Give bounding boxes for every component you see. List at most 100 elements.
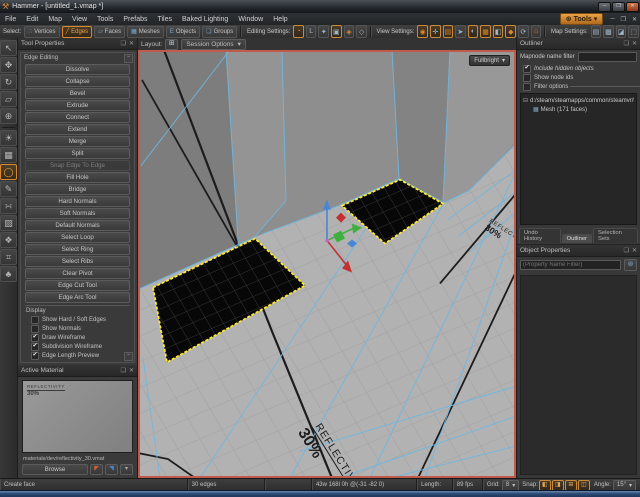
map-setting-icon-3[interactable]: ◪ xyxy=(615,25,627,38)
editing-setting-icon-3[interactable]: ✦ xyxy=(318,25,330,38)
view-setting-icon-10[interactable]: ⌂ xyxy=(530,25,542,38)
name-filter-input[interactable] xyxy=(577,52,637,62)
menu-help[interactable]: Help xyxy=(268,15,292,24)
split-button[interactable]: Split xyxy=(25,148,130,159)
default-normals-button[interactable]: Default Normals xyxy=(25,220,130,231)
snap-rotation-icon[interactable]: ◫ xyxy=(577,479,590,491)
include-hidden-row[interactable]: Include hidden objects xyxy=(517,64,640,73)
checkbox[interactable] xyxy=(31,351,39,360)
map-setting-icon-1[interactable]: ▤ xyxy=(590,25,602,38)
merge-button[interactable]: Merge xyxy=(25,136,130,147)
grid-size-dropdown[interactable]: 8 ▾ xyxy=(501,479,520,491)
dissolve-button[interactable]: Dissolve xyxy=(25,64,130,75)
editing-setting-icon-5[interactable]: ◈ xyxy=(343,25,355,38)
show-hard-soft-edges-row[interactable]: Show Hard / Soft Edges xyxy=(25,315,130,324)
material-dropdown-icon[interactable]: ▾ xyxy=(120,464,133,475)
tools-dropdown-button[interactable]: ⊛ Tools ▾ xyxy=(559,13,604,25)
scale-tool-icon[interactable]: ▱ xyxy=(0,91,17,107)
view-setting-icon-7[interactable]: ◧ xyxy=(492,25,504,38)
select-mode-objects[interactable]: E Objects xyxy=(165,25,201,38)
checkbox[interactable] xyxy=(523,73,531,82)
filter-options-row[interactable]: Filter options xyxy=(517,82,640,91)
pin-icon[interactable]: ❏ xyxy=(121,40,126,47)
select-ribs-button[interactable]: Select Ribs xyxy=(25,256,130,267)
tree-root-item[interactable]: ⊟ d:/steam/steamapps/common/steamvr/tool… xyxy=(523,96,634,105)
checkbox[interactable] xyxy=(31,342,39,351)
checkbox[interactable] xyxy=(31,333,39,342)
editing-setting-icon-2[interactable]: L xyxy=(305,25,317,38)
view-setting-icon-4[interactable]: ➤ xyxy=(455,25,466,38)
tab-outliner[interactable]: Outliner xyxy=(561,234,592,243)
connect-button[interactable]: Connect xyxy=(25,112,130,123)
outliner-header[interactable]: Outliner ❏ ✕ xyxy=(517,38,640,50)
editing-setting-icon-6[interactable]: ◇ xyxy=(356,25,367,38)
close-icon[interactable]: ✕ xyxy=(632,40,637,47)
mdi-minimize-button[interactable]: ─ xyxy=(607,16,617,22)
close-button[interactable]: ✕ xyxy=(626,1,639,12)
paint-tool-icon[interactable]: ❖ xyxy=(0,232,17,248)
displacement-tool-icon[interactable]: ▨ xyxy=(0,215,17,231)
checkbox[interactable] xyxy=(523,82,531,91)
menu-baked-lighting[interactable]: Baked Lighting xyxy=(177,15,233,24)
object-properties-header[interactable]: Object Properties ❏ ✕ xyxy=(517,245,640,257)
foliage-tool-icon[interactable]: ♣ xyxy=(0,266,17,282)
selection-tool-icon[interactable]: ↖ xyxy=(0,40,17,56)
select-mode-edges[interactable]: ╱ Edges xyxy=(61,25,93,38)
minimize-button[interactable]: ─ xyxy=(598,1,611,12)
menu-tiles[interactable]: Tiles xyxy=(152,15,177,24)
snap-edges-icon[interactable]: ◨ xyxy=(551,479,564,491)
menu-view[interactable]: View xyxy=(67,15,92,24)
snap-vertices-icon[interactable]: ⊞ xyxy=(564,479,577,491)
close-icon[interactable]: ✕ xyxy=(129,40,134,47)
loop-tool-icon[interactable]: ◯ xyxy=(0,164,17,180)
select-loop-button[interactable]: Select Loop xyxy=(25,232,130,243)
show-node-ids-row[interactable]: Show node ids xyxy=(517,73,640,82)
tree-mesh-item[interactable]: ▦ Mesh (171 faces) xyxy=(523,105,634,114)
menu-tools[interactable]: Tools xyxy=(92,15,118,24)
light-tool-icon[interactable]: ☀ xyxy=(0,130,17,146)
subdivision-wireframe-row[interactable]: Subdivision Wireframe xyxy=(25,342,130,351)
snap-grid-icon[interactable]: ◧ xyxy=(538,479,551,491)
view-setting-icon-3[interactable]: ▤ xyxy=(442,25,454,38)
tool-properties-header[interactable]: Tool Properties ❏ ✕ xyxy=(18,38,137,50)
close-icon[interactable]: ✕ xyxy=(129,367,134,374)
extrude-button[interactable]: Extrude xyxy=(25,100,130,111)
view-setting-icon-1[interactable]: ◉ xyxy=(417,25,429,38)
vertex-tool-icon[interactable]: ∺ xyxy=(0,198,17,214)
material-preview[interactable]: REFLECTIVITY 30% xyxy=(22,380,133,453)
bridge-button[interactable]: Bridge xyxy=(25,184,130,195)
scroll-up-button[interactable]: − xyxy=(124,54,133,63)
gizmo-center-handle[interactable] xyxy=(325,239,329,243)
3d-viewport[interactable]: REFLECTIVITY 30% REFLECTIVITY 30% xyxy=(138,50,516,478)
windows-taskbar[interactable] xyxy=(0,490,640,497)
editing-setting-icon-1[interactable]: ◔ xyxy=(293,25,304,38)
material-history-icon[interactable]: ◤ xyxy=(90,464,103,475)
view-setting-icon-6[interactable]: ▦ xyxy=(480,25,491,38)
view-setting-icon-2[interactable]: ✛ xyxy=(430,25,441,38)
menu-file[interactable]: File xyxy=(0,15,21,24)
pin-icon[interactable]: ❏ xyxy=(624,40,629,47)
material-favorites-icon[interactable]: ◥ xyxy=(105,464,118,475)
view-setting-icon-5[interactable]: ◐ xyxy=(467,25,479,38)
maximize-button[interactable]: ❐ xyxy=(612,1,625,12)
map-setting-icon-2[interactable]: ▩ xyxy=(603,25,614,38)
edge-arc-tool-button[interactable]: Edge Arc Tool xyxy=(25,292,130,303)
active-material-header[interactable]: Active Material ❏ ✕ xyxy=(18,365,137,377)
collapse-icon[interactable]: ⊟ xyxy=(523,97,528,104)
rotate-tool-icon[interactable]: ↻ xyxy=(0,74,17,90)
tab-selection-sets[interactable]: Selection Sets xyxy=(592,228,638,243)
session-options-dropdown[interactable]: Session Options ▾ xyxy=(181,38,246,50)
tab-undo-history[interactable]: Undo History xyxy=(519,228,561,243)
checkbox[interactable] xyxy=(523,64,531,73)
hard-normals-button[interactable]: Hard Normals xyxy=(25,196,130,207)
clip-tool-icon[interactable]: ⌗ xyxy=(0,249,17,265)
mdi-restore-button[interactable]: ❐ xyxy=(618,16,629,23)
menu-prefabs[interactable]: Prefabs xyxy=(118,15,152,24)
collapse-button[interactable]: Collapse xyxy=(25,76,130,87)
extend-button[interactable]: Extend xyxy=(25,124,130,135)
shading-mode-dropdown[interactable]: Fullbright ▾ xyxy=(469,55,510,66)
select-mode-vertices[interactable]: ∴ Vertices xyxy=(24,25,60,38)
title-bar[interactable]: ⚒ Hammer - [untitled_1.vmap *] ─ ❐ ✕ xyxy=(0,0,640,14)
fill-hole-button[interactable]: Fill Hole xyxy=(25,172,130,183)
select-mode-groups[interactable]: ❏ Groups xyxy=(202,25,238,38)
